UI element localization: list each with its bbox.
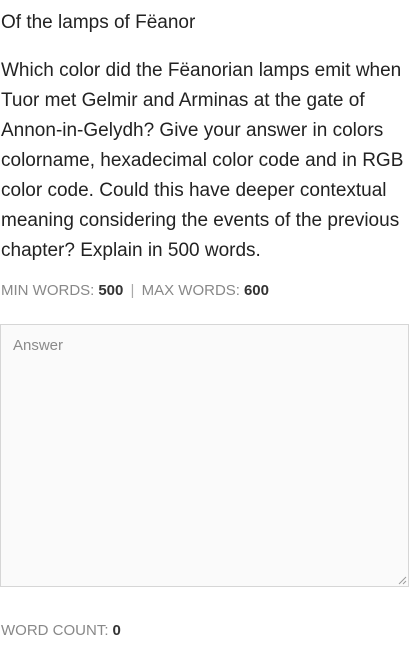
word-count: WORD COUNT: 0 <box>1 621 121 641</box>
question-text: Which color did the Fëanorian lamps emit… <box>1 60 404 261</box>
question-title: Of the lamps of Fëanor <box>1 12 196 33</box>
min-words-value: 500 <box>98 282 124 299</box>
min-words-label: MIN WORDS: <box>1 282 95 299</box>
word-count-label: WORD COUNT: <box>1 622 109 639</box>
max-words-value: 600 <box>243 282 269 299</box>
max-words-label: MAX WORDS: <box>141 282 240 299</box>
word-limits: MIN WORDS: 500 | MAX WORDS: 600 <box>1 281 269 301</box>
answer-textarea[interactable] <box>0 324 409 587</box>
limits-separator: | <box>130 282 135 299</box>
word-count-value: 0 <box>112 622 121 639</box>
